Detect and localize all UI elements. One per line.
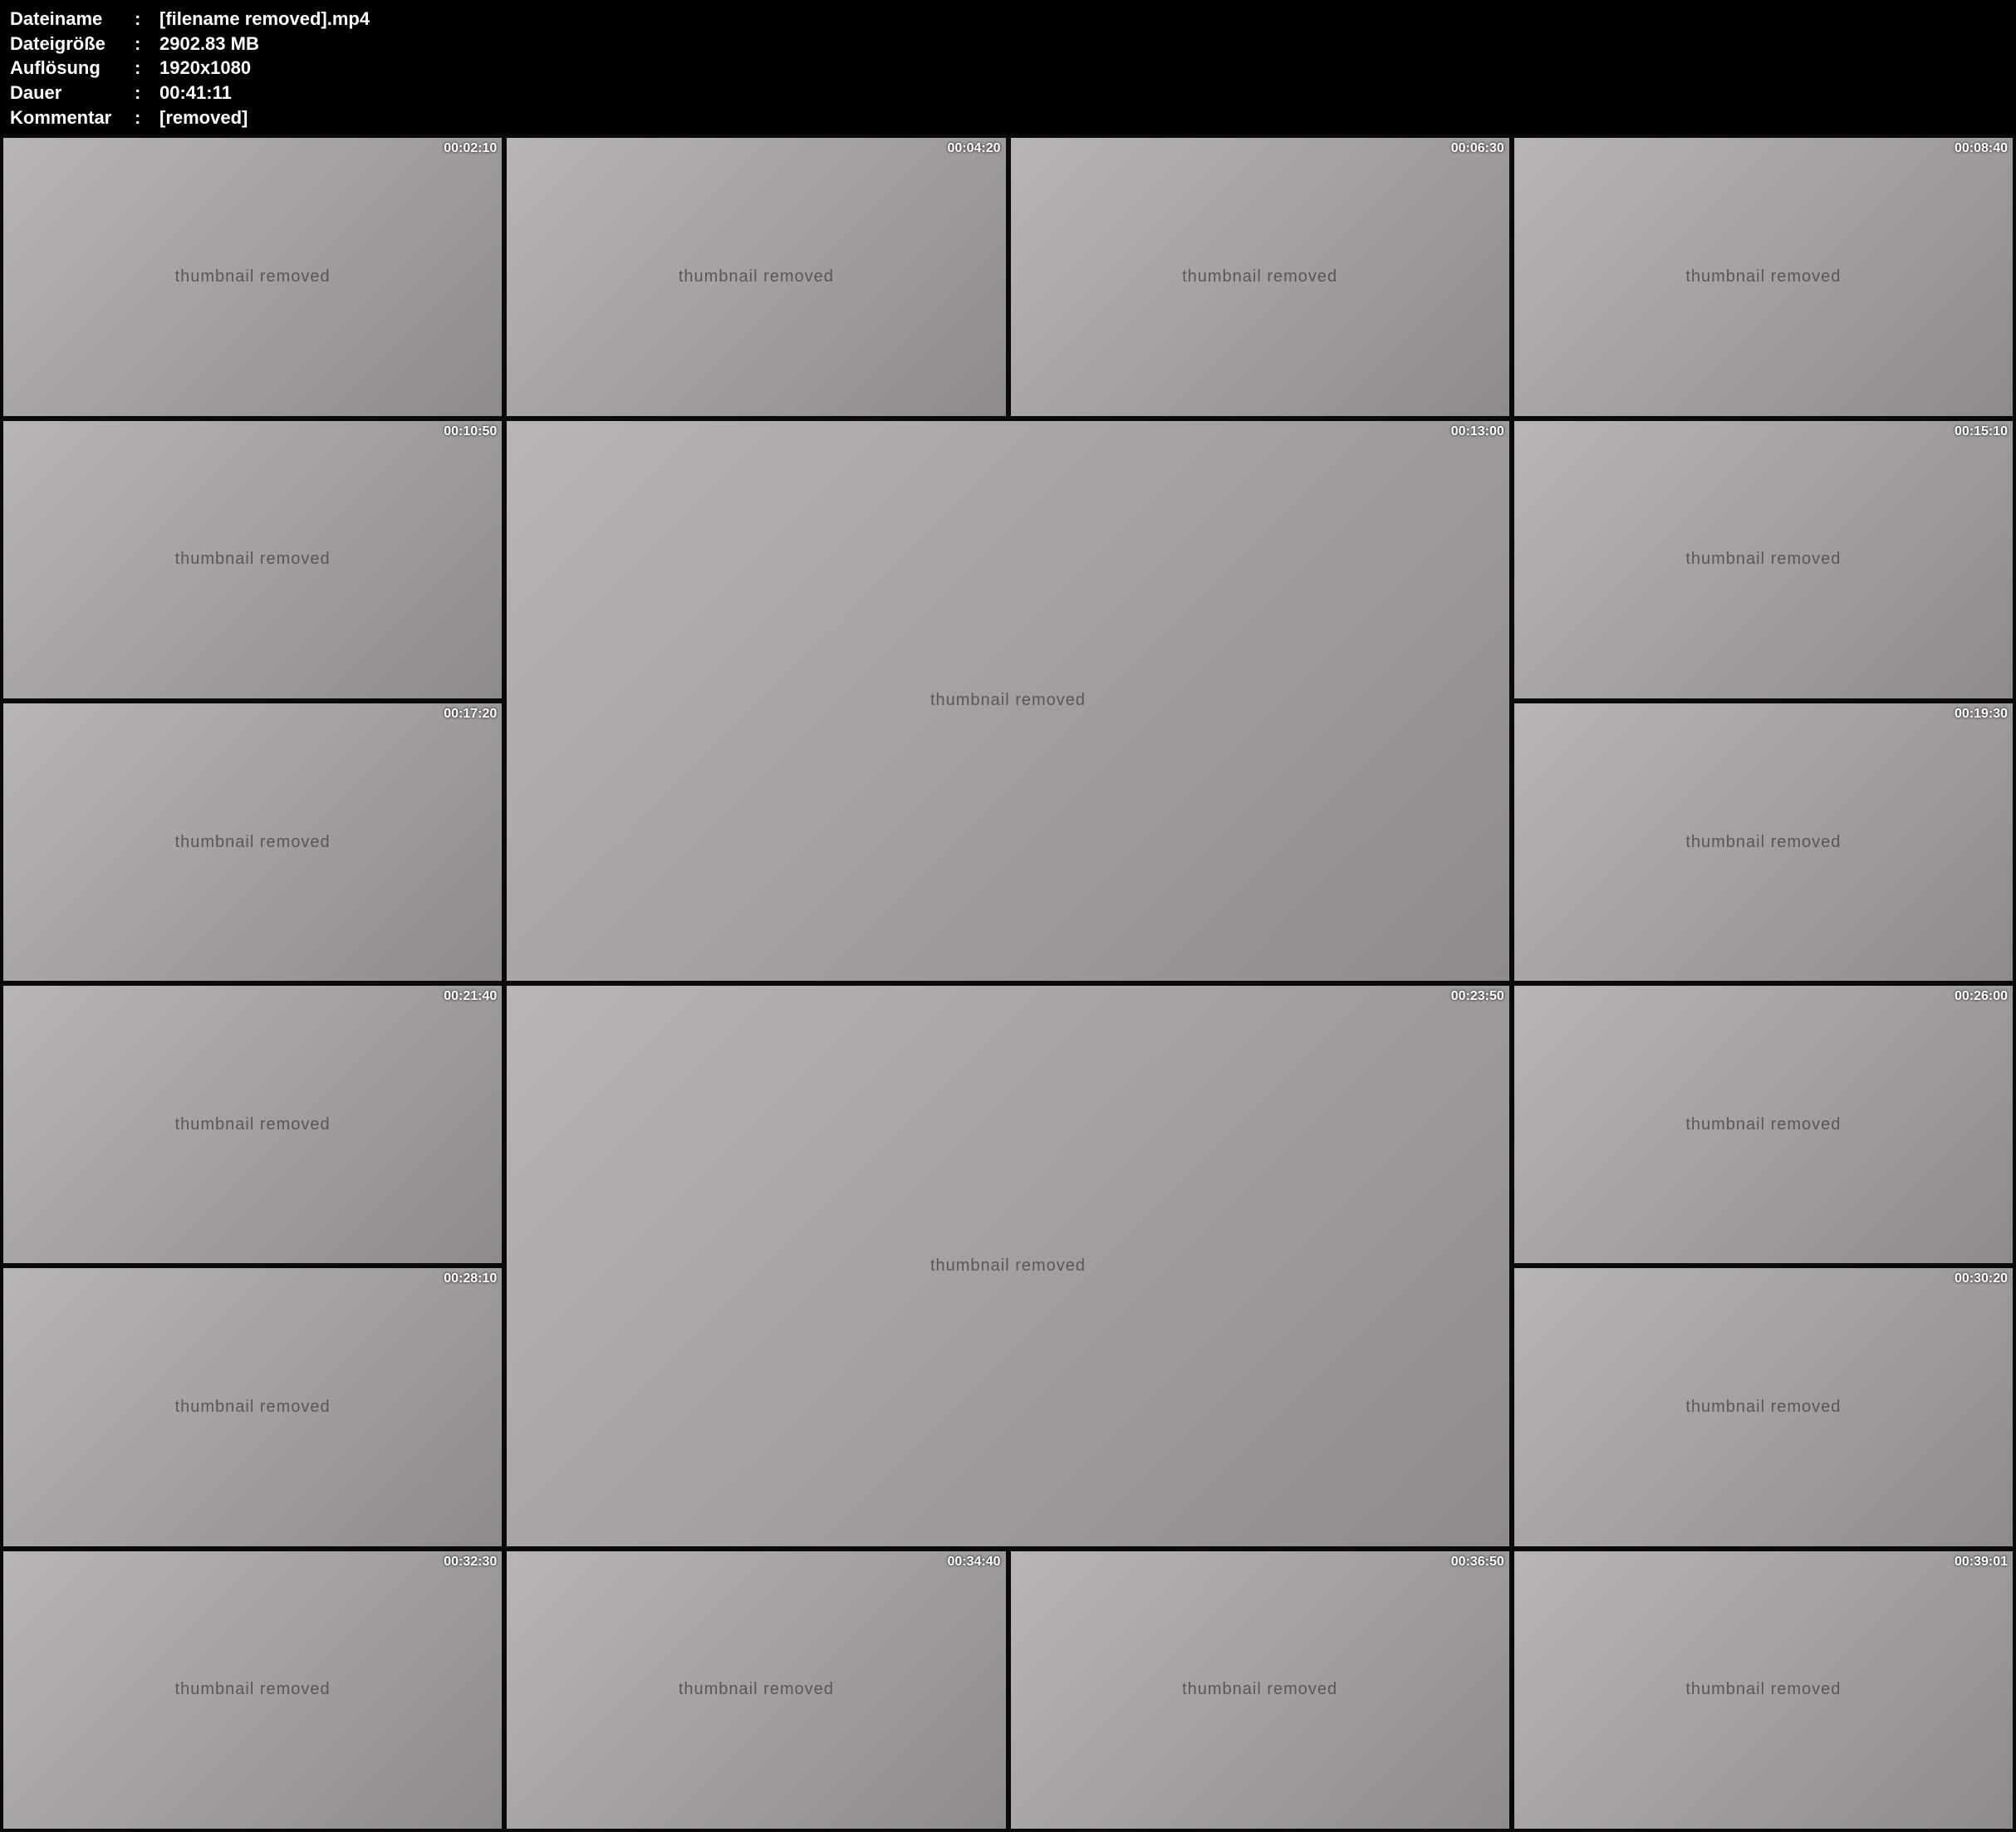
placeholder-label: thumbnail removed — [175, 833, 331, 852]
video-thumbnail-placeholder: thumbnail removed 00:32:30 — [3, 1551, 502, 1829]
placeholder-label: thumbnail removed — [1685, 833, 1841, 852]
placeholder-label: thumbnail removed — [175, 1398, 331, 1417]
placeholder-label: thumbnail removed — [1182, 1680, 1337, 1699]
meta-row: Dateiname:[filename removed].mp4 — [10, 7, 2006, 32]
video-thumbnail-placeholder: thumbnail removed 00:36:50 — [1011, 1551, 1509, 1829]
timestamp-label: 00:02:10 — [444, 141, 497, 156]
placeholder-label: thumbnail removed — [175, 1680, 331, 1699]
placeholder-label: thumbnail removed — [1685, 1680, 1841, 1699]
meta-label: Dateigröße — [10, 32, 135, 56]
timestamp-label: 00:21:40 — [444, 989, 497, 1004]
video-thumbnail-placeholder: thumbnail removed 00:17:20 — [3, 703, 502, 981]
placeholder-label: thumbnail removed — [1685, 550, 1841, 569]
meta-row: Auflösung:1920x1080 — [10, 56, 2006, 81]
timestamp-label: 00:32:30 — [444, 1555, 497, 1570]
placeholder-label: thumbnail removed — [930, 1256, 1086, 1276]
meta-value: 1920x1080 — [159, 56, 251, 81]
placeholder-label: thumbnail removed — [175, 267, 331, 287]
video-thumbnail-placeholder: thumbnail removed 00:02:10 — [3, 138, 502, 415]
meta-colon: : — [135, 105, 159, 130]
meta-row: Dauer:00:41:11 — [10, 81, 2006, 105]
placeholder-label: thumbnail removed — [679, 267, 834, 287]
meta-row: Kommentar:[removed] — [10, 105, 2006, 130]
meta-value: 00:41:11 — [159, 81, 232, 105]
video-thumbnail-placeholder: thumbnail removed 00:30:20 — [1514, 1268, 2013, 1545]
timestamp-label: 00:39:01 — [1955, 1555, 2008, 1570]
meta-value: [removed] — [159, 105, 248, 130]
meta-label: Dateiname — [10, 7, 135, 32]
thumbnail-grid: thumbnail removed00:02:10thumbnail remov… — [0, 135, 2016, 1832]
video-thumbnail-placeholder: thumbnail removed 00:21:40 — [3, 986, 502, 1263]
timestamp-label: 00:10:50 — [444, 424, 497, 439]
video-thumbnail-placeholder: thumbnail removed 00:13:00 — [507, 421, 1509, 982]
video-thumbnail-placeholder: thumbnail removed 00:28:10 — [3, 1268, 502, 1545]
meta-label: Auflösung — [10, 56, 135, 81]
meta-colon: : — [135, 7, 159, 32]
meta-colon: : — [135, 81, 159, 105]
placeholder-label: thumbnail removed — [1182, 267, 1337, 287]
meta-label: Kommentar — [10, 105, 135, 130]
video-thumbnail-placeholder: thumbnail removed 00:10:50 — [3, 421, 502, 698]
timestamp-label: 00:08:40 — [1955, 141, 2008, 156]
video-thumbnail-placeholder: thumbnail removed 00:19:30 — [1514, 703, 2013, 981]
video-thumbnail-placeholder: thumbnail removed 00:15:10 — [1514, 421, 2013, 698]
timestamp-label: 00:19:30 — [1955, 707, 2008, 722]
media-info-header: Dateiname:[filename removed].mp4Dateigrö… — [0, 0, 2016, 135]
placeholder-label: thumbnail removed — [1685, 1115, 1841, 1134]
timestamp-label: 00:04:20 — [947, 141, 1000, 156]
video-thumbnail-placeholder: thumbnail removed 00:23:50 — [507, 986, 1509, 1546]
video-thumbnail-placeholder: thumbnail removed 00:08:40 — [1514, 138, 2013, 415]
video-thumbnail-placeholder: thumbnail removed 00:04:20 — [507, 138, 1005, 415]
meta-row: Dateigröße:2902.83 MB — [10, 32, 2006, 56]
timestamp-label: 00:06:30 — [1451, 141, 1504, 156]
placeholder-label: thumbnail removed — [1685, 1398, 1841, 1417]
video-thumbnail-placeholder: thumbnail removed 00:39:01 — [1514, 1551, 2013, 1829]
timestamp-label: 00:15:10 — [1955, 424, 2008, 439]
timestamp-label: 00:30:20 — [1955, 1271, 2008, 1286]
meta-value: 2902.83 MB — [159, 32, 259, 56]
timestamp-label: 00:28:10 — [444, 1271, 497, 1286]
timestamp-label: 00:26:00 — [1955, 989, 2008, 1004]
meta-colon: : — [135, 56, 159, 81]
video-thumbnail-placeholder: thumbnail removed 00:26:00 — [1514, 986, 2013, 1263]
meta-value: [filename removed].mp4 — [159, 7, 370, 32]
timestamp-label: 00:23:50 — [1451, 989, 1504, 1004]
placeholder-label: thumbnail removed — [175, 1115, 331, 1134]
meta-label: Dauer — [10, 81, 135, 105]
timestamp-label: 00:17:20 — [444, 707, 497, 722]
placeholder-label: thumbnail removed — [1685, 267, 1841, 287]
video-thumbnail-placeholder: thumbnail removed 00:06:30 — [1011, 138, 1509, 415]
contact-sheet: Dateiname:[filename removed].mp4Dateigrö… — [0, 0, 2016, 1832]
timestamp-label: 00:34:40 — [947, 1555, 1000, 1570]
meta-colon: : — [135, 32, 159, 56]
timestamp-label: 00:36:50 — [1451, 1555, 1504, 1570]
placeholder-label: thumbnail removed — [679, 1680, 834, 1699]
placeholder-label: thumbnail removed — [930, 691, 1086, 710]
placeholder-label: thumbnail removed — [175, 550, 331, 569]
timestamp-label: 00:13:00 — [1451, 424, 1504, 439]
video-thumbnail-placeholder: thumbnail removed 00:34:40 — [507, 1551, 1005, 1829]
